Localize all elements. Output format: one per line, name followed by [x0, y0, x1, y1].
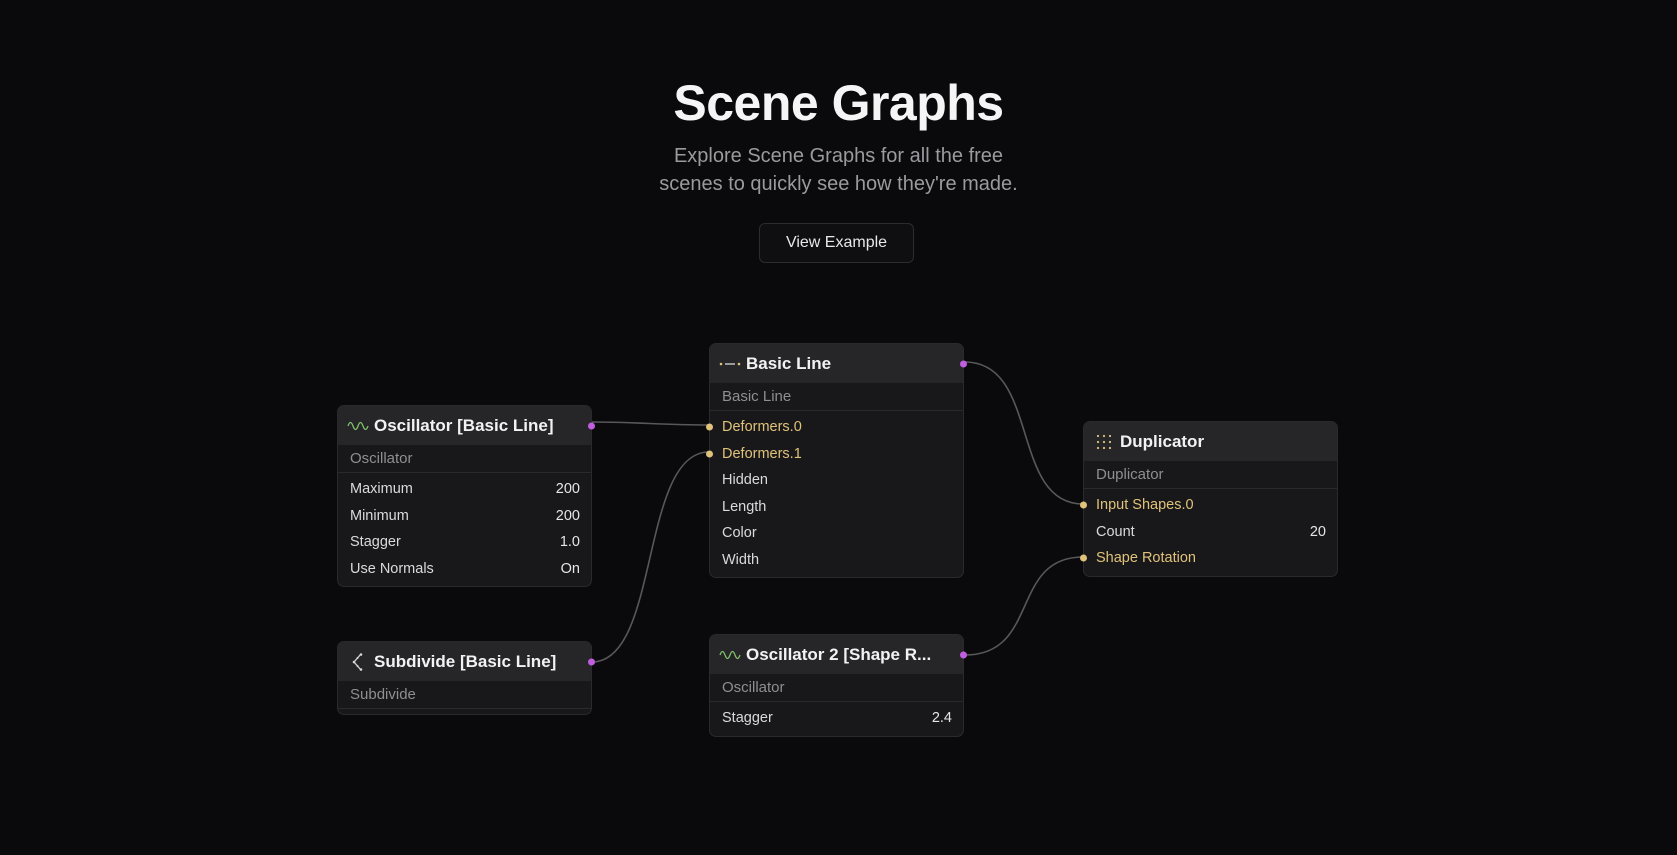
node-title: Oscillator 2 [Shape R... [746, 644, 932, 664]
node-title: Oscillator [Basic Line] [374, 415, 554, 435]
param-row[interactable]: Stagger 2.4 [710, 705, 963, 732]
node-header[interactable]: Duplicator [1084, 422, 1337, 461]
param-label: Stagger [350, 534, 401, 551]
param-value: 1.0 [559, 534, 580, 551]
node-type: Subdivide [338, 681, 591, 709]
param-label: Count [1096, 523, 1135, 540]
param-label: Use Normals [350, 560, 434, 577]
param-row[interactable]: Use Normals On [338, 556, 591, 583]
param-label: Minimum [350, 507, 409, 524]
sine-wave-icon [718, 647, 742, 663]
dashed-line-icon [718, 356, 742, 372]
param-value: 20 [1309, 523, 1326, 540]
dot-grid-icon [1092, 434, 1116, 450]
param-label: Stagger [722, 710, 773, 727]
param-label: Hidden [722, 472, 768, 489]
param-value: On [560, 560, 580, 577]
input-row-deformers-1[interactable]: Deformers.1 [706, 441, 963, 468]
input-port[interactable] [706, 423, 713, 431]
node-basic-line[interactable]: Basic Line Basic Line Deformers.0 Deform… [706, 343, 967, 578]
param-value: 200 [555, 507, 580, 524]
node-title: Basic Line [746, 353, 832, 373]
param-label: Maximum [350, 481, 413, 498]
param-row[interactable]: Stagger 1.0 [338, 529, 591, 556]
node-duplicator[interactable]: Duplicator Duplicator Input Shapes.0 Cou… [1080, 421, 1338, 577]
sine-wave-icon [346, 418, 370, 434]
node-footer [338, 709, 591, 714]
param-value: 2.4 [931, 710, 952, 727]
node-header[interactable]: Oscillator 2 [Shape R... [710, 635, 967, 674]
param-label: Color [722, 525, 757, 542]
param-label: Deformers.0 [722, 419, 802, 436]
wire-oscillator2-to-shape-rotation [964, 556, 1084, 656]
node-header[interactable]: Oscillator [Basic Line] [338, 406, 595, 445]
node-header[interactable]: Basic Line [710, 344, 967, 383]
param-row[interactable]: Hidden [710, 467, 963, 494]
node-subdivide[interactable]: Subdivide [Basic Line] Subdivide [337, 641, 595, 715]
input-port[interactable] [706, 450, 713, 458]
param-label: Deformers.1 [722, 445, 802, 462]
param-value: 200 [555, 481, 580, 498]
output-port[interactable] [588, 658, 595, 665]
param-label: Width [722, 551, 760, 568]
param-row[interactable]: Count 20 [1084, 519, 1337, 546]
param-row[interactable]: Width [710, 547, 963, 574]
input-port[interactable] [1080, 554, 1087, 562]
node-oscillator-2[interactable]: Oscillator 2 [Shape R... Oscillator Stag… [709, 634, 967, 737]
node-title: Subdivide [Basic Line] [374, 651, 557, 671]
param-row[interactable]: Color [710, 520, 963, 547]
param-label: Length [722, 498, 767, 515]
output-port[interactable] [588, 422, 595, 429]
node-type: Duplicator [1084, 461, 1337, 489]
input-row-shape-rotation[interactable]: Shape Rotation [1080, 545, 1337, 572]
node-type: Basic Line [710, 383, 963, 411]
node-type: Oscillator [338, 445, 591, 473]
param-label: Shape Rotation [1096, 550, 1196, 567]
output-port[interactable] [960, 360, 967, 367]
input-row-input-shapes-0[interactable]: Input Shapes.0 [1080, 492, 1337, 519]
node-oscillator[interactable]: Oscillator [Basic Line] Oscillator Maxim… [337, 405, 595, 587]
input-row-deformers-0[interactable]: Deformers.0 [706, 414, 963, 441]
node-type: Oscillator [710, 674, 963, 702]
param-label: Input Shapes.0 [1096, 497, 1194, 514]
wire-basic-line-to-input-shapes [964, 361, 1084, 505]
node-title: Duplicator [1120, 431, 1205, 451]
param-row[interactable]: Length [710, 494, 963, 521]
param-row[interactable]: Maximum 200 [338, 476, 591, 503]
output-port[interactable] [960, 651, 967, 658]
param-row[interactable]: Minimum 200 [338, 503, 591, 530]
scene-graph-page: Scene Graphs Explore Scene Graphs for al… [0, 0, 1677, 855]
wire-subdivide-to-deformers-1 [591, 451, 710, 663]
node-header[interactable]: Subdivide [Basic Line] [338, 642, 595, 681]
input-port[interactable] [1080, 501, 1087, 509]
wire-oscillator-to-deformers-0 [591, 421, 710, 426]
subdivide-icon [346, 652, 370, 671]
